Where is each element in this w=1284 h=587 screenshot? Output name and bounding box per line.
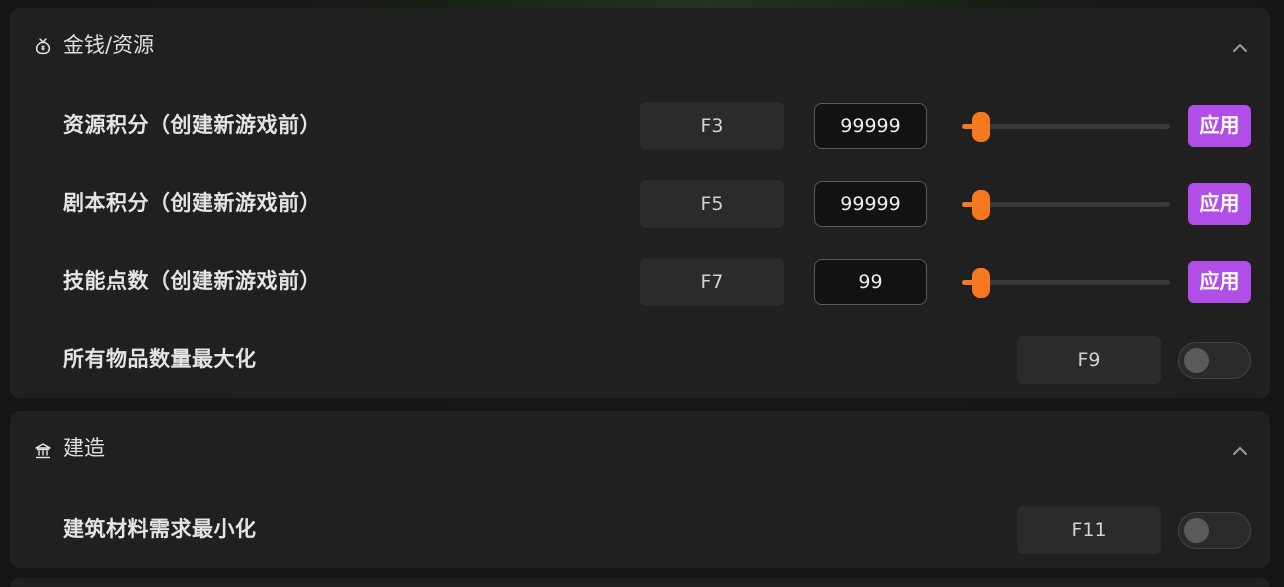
row-label: 剧本积分（创建新游戏前） <box>63 191 321 215</box>
value-input[interactable] <box>814 103 927 149</box>
row-skill-points: 技能点数（创建新游戏前） F7 应用 <box>10 258 1270 306</box>
slider-track <box>962 124 1170 129</box>
chevron-up-icon[interactable] <box>1226 38 1254 58</box>
slider-thumb[interactable] <box>972 190 990 220</box>
hotkey-button[interactable]: F5 <box>640 180 784 228</box>
toggle-knob <box>1184 518 1209 543</box>
slider-track <box>962 280 1170 285</box>
section-title: 金钱/资源 <box>63 33 155 57</box>
value-input[interactable] <box>814 259 927 305</box>
value-slider[interactable] <box>962 190 1170 220</box>
toggle-switch[interactable] <box>1178 512 1251 549</box>
apply-button[interactable]: 应用 <box>1188 261 1251 303</box>
row-label: 所有物品数量最大化 <box>63 347 257 371</box>
row-resource-points: 资源积分（创建新游戏前） F3 应用 <box>10 102 1270 150</box>
chevron-up-icon[interactable] <box>1226 441 1254 461</box>
section-building: 建造 建筑材料需求最小化 F11 <box>10 411 1270 568</box>
hotkey-button[interactable]: F9 <box>1017 336 1161 384</box>
value-slider[interactable] <box>962 112 1170 142</box>
building-icon <box>34 442 52 460</box>
row-scenario-points: 剧本积分（创建新游戏前） F5 应用 <box>10 180 1270 228</box>
row-min-materials: 建筑材料需求最小化 F11 <box>10 506 1270 554</box>
money-bag-icon <box>34 37 52 55</box>
toggle-switch[interactable] <box>1178 342 1251 379</box>
slider-thumb[interactable] <box>972 268 990 298</box>
row-label: 技能点数（创建新游戏前） <box>63 269 321 293</box>
toggle-knob <box>1184 348 1209 373</box>
value-input[interactable] <box>814 181 927 227</box>
section-header[interactable]: 建造 <box>10 411 1270 487</box>
hotkey-button[interactable]: F7 <box>640 258 784 306</box>
next-section-edge <box>10 578 1270 587</box>
row-max-items: 所有物品数量最大化 F9 <box>10 336 1270 384</box>
row-label: 建筑材料需求最小化 <box>63 517 257 541</box>
apply-button[interactable]: 应用 <box>1188 105 1251 147</box>
hotkey-button[interactable]: F3 <box>640 102 784 150</box>
row-label: 资源积分（创建新游戏前） <box>63 113 321 137</box>
section-money-resources: 金钱/资源 资源积分（创建新游戏前） F3 应用 剧本积分（创建新游戏前） F5… <box>10 8 1270 398</box>
section-title: 建造 <box>63 436 105 460</box>
value-slider[interactable] <box>962 268 1170 298</box>
apply-button[interactable]: 应用 <box>1188 183 1251 225</box>
slider-thumb[interactable] <box>972 112 990 142</box>
slider-track <box>962 202 1170 207</box>
hotkey-button[interactable]: F11 <box>1017 506 1161 554</box>
section-header[interactable]: 金钱/资源 <box>10 8 1270 84</box>
